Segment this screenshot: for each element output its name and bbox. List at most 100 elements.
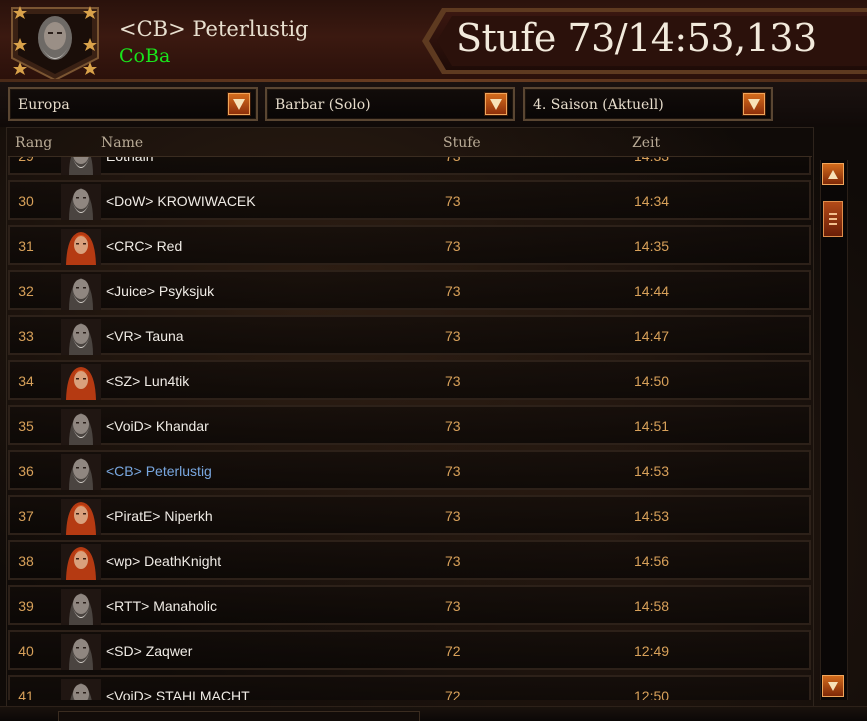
row-rank: 41 (18, 688, 34, 700)
class-dropdown[interactable]: Barbar (Solo) (265, 87, 515, 121)
row-time: 14:53 (634, 508, 670, 524)
table-row[interactable]: 40 <SD> Zaqwer 72 12:49 (8, 630, 811, 670)
row-level: 72 (445, 688, 461, 700)
player-header: <CB> Peterlustig CoBa Stufe 73/14:53,133 (0, 0, 867, 84)
row-rank: 33 (18, 328, 34, 344)
table-row[interactable]: 29 Eothain 73 14:33 (8, 157, 811, 175)
scroll-down-icon[interactable] (822, 675, 844, 697)
region-value: Europa (18, 97, 70, 113)
row-rank: 37 (18, 508, 34, 524)
table-row[interactable]: 38 <wp> DeathKnight 73 14:56 (8, 540, 811, 580)
row-time: 14:51 (634, 418, 670, 434)
row-level: 73 (445, 193, 461, 209)
table-row[interactable]: 34 <SZ> Lun4tik 73 14:50 (8, 360, 811, 400)
row-level: 73 (445, 283, 461, 299)
row-player-name[interactable]: <SZ> Lun4tik (106, 373, 189, 389)
row-rank: 40 (18, 643, 34, 659)
row-rank: 29 (12, 157, 40, 164)
table-row[interactable]: 30 <DoW> KROWIWACEK 73 14:34 (8, 180, 811, 220)
row-player-name[interactable]: <VR> Tauna (106, 328, 184, 344)
male-hero-portrait-icon (61, 454, 101, 490)
row-player-name[interactable]: <VoiD> Khandar (106, 418, 209, 434)
table-row[interactable]: 33 <VR> Tauna 73 14:47 (8, 315, 811, 355)
player-emblem (8, 2, 102, 82)
region-dropdown-arrow-icon[interactable] (228, 93, 250, 115)
male-hero-portrait-icon (61, 184, 101, 220)
row-time: 12:50 (634, 688, 670, 700)
row-player-name[interactable]: <wp> DeathKnight (106, 553, 221, 569)
male-hero-portrait-icon (61, 409, 101, 445)
column-header-name[interactable]: Name (101, 135, 143, 151)
row-rank: 39 (18, 598, 34, 614)
male-hero-portrait-icon (61, 157, 101, 175)
female-hero-portrait-icon (61, 499, 101, 535)
row-rank: 34 (18, 373, 34, 389)
row-level: 72 (445, 643, 461, 659)
row-level: 73 (445, 508, 461, 524)
scroll-up-icon[interactable] (822, 163, 844, 185)
row-level: 73 (445, 463, 461, 479)
row-player-name[interactable]: <Juice> Psyksjuk (106, 283, 214, 299)
player-name: <CB> Peterlustig (119, 17, 309, 41)
row-time: 14:58 (634, 598, 670, 614)
row-rank: 31 (18, 238, 34, 254)
scrollbar-thumb[interactable] (823, 201, 843, 237)
female-hero-portrait-icon (61, 364, 101, 400)
row-player-name[interactable]: <VoiD> STAHLMACHT (106, 688, 250, 700)
row-player-name[interactable]: <RTT> Manaholic (106, 598, 217, 614)
row-player-name[interactable]: <DoW> KROWIWACEK (106, 193, 256, 209)
row-level: 73 (445, 553, 461, 569)
male-hero-portrait-icon (61, 634, 101, 670)
row-time: 14:50 (634, 373, 670, 389)
row-level: 73 (445, 328, 461, 344)
table-row[interactable]: 32 <Juice> Psyksjuk 73 14:44 (8, 270, 811, 310)
table-row[interactable]: 41 <VoiD> STAHLMACHT 72 12:50 (8, 675, 811, 700)
row-level: 73 (445, 373, 461, 389)
column-header-time[interactable]: Zeit (632, 135, 660, 151)
male-hero-portrait-icon (61, 589, 101, 625)
male-hero-portrait-icon (61, 679, 101, 700)
row-level: 73 (445, 418, 461, 434)
row-time: 14:34 (634, 193, 670, 209)
row-rank: 38 (18, 553, 34, 569)
row-rank: 36 (18, 463, 34, 479)
female-hero-portrait-icon (61, 544, 101, 580)
male-hero-portrait-icon (61, 319, 101, 355)
table-row[interactable]: 31 <CRC> Red 73 14:35 (8, 225, 811, 265)
row-time: 14:35 (634, 238, 670, 254)
row-player-name[interactable]: <CB> Peterlustig (106, 463, 212, 479)
row-player-name[interactable]: <SD> Zaqwer (106, 643, 192, 659)
class-dropdown-arrow-icon[interactable] (485, 93, 507, 115)
row-player-name[interactable]: Eothain (106, 157, 153, 164)
row-time: 14:47 (634, 328, 670, 344)
column-header-level[interactable]: Stufe (443, 135, 481, 151)
player-clan: CoBa (119, 45, 171, 67)
row-level: 73 (445, 598, 461, 614)
leaderboard-rows: 29 Eothain 73 14:33 30 <DoW> KROWIWACEK 73 14:3… (8, 157, 812, 700)
season-dropdown[interactable]: 4. Saison (Aktuell) (523, 87, 773, 121)
row-time: 12:49 (634, 643, 670, 659)
table-row[interactable]: 35 <VoiD> Khandar 73 14:51 (8, 405, 811, 445)
row-time: 14:56 (634, 553, 670, 569)
table-row[interactable]: 37 <PiratE> Niperkh 73 14:53 (8, 495, 811, 535)
row-time: 14:33 (634, 157, 669, 164)
male-hero-portrait-icon (61, 274, 101, 310)
region-dropdown[interactable]: Europa (8, 87, 258, 121)
row-rank: 30 (18, 193, 34, 209)
table-row[interactable]: 36 <CB> Peterlustig 73 14:53 (8, 450, 811, 490)
row-player-name[interactable]: <CRC> Red (106, 238, 182, 254)
row-player-name[interactable]: <PiratE> Niperkh (106, 508, 213, 524)
class-value: Barbar (Solo) (275, 97, 371, 113)
result-text: Stufe 73/14:53,133 (456, 16, 817, 60)
column-header-rank[interactable]: Rang (15, 135, 52, 151)
season-value: 4. Saison (Aktuell) (533, 97, 664, 113)
row-time: 14:44 (634, 283, 670, 299)
row-level: 73 (445, 238, 461, 254)
scrollbar-track[interactable] (820, 160, 848, 700)
season-dropdown-arrow-icon[interactable] (743, 93, 765, 115)
bottom-tab[interactable] (58, 711, 420, 721)
row-rank: 32 (18, 283, 34, 299)
leaderboard-screen: <CB> Peterlustig CoBa Stufe 73/14:53,133… (0, 0, 867, 721)
table-row[interactable]: 39 <RTT> Manaholic 73 14:58 (8, 585, 811, 625)
row-rank: 35 (18, 418, 34, 434)
